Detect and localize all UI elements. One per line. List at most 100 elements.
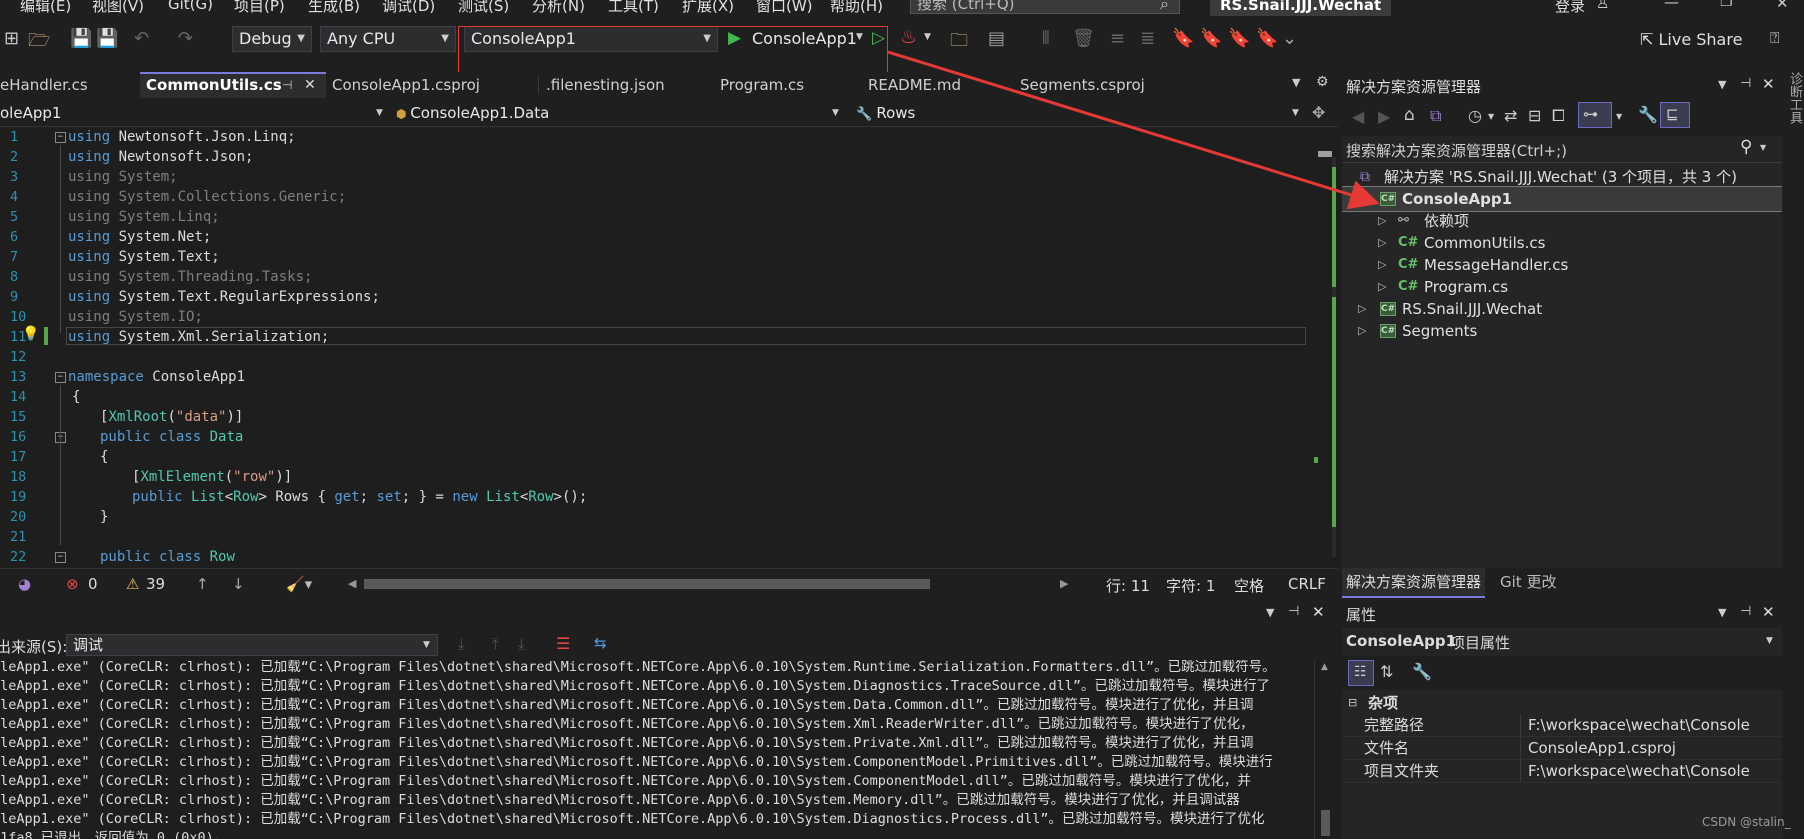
collapsed-chevron-icon[interactable]: ▷ xyxy=(1378,253,1386,277)
menu-edit[interactable]: 编辑(E) xyxy=(20,0,71,16)
bookmark-icon[interactable]: 🔖 xyxy=(1172,28,1194,49)
tab-commonutils[interactable]: CommonUtils.cs ⊣ ✕ xyxy=(140,72,326,98)
search-input[interactable]: 搜索 (Ctrl+Q) xyxy=(910,0,1180,14)
tab-messagehandler[interactable]: eHandler.cs xyxy=(0,72,140,98)
platform-select[interactable]: Any CPU ▼ xyxy=(320,26,456,52)
scroll-up-icon[interactable]: ▲ xyxy=(1321,662,1328,672)
uncomment-icon[interactable]: ≣ xyxy=(1140,28,1155,49)
tab-list-dropdown-icon[interactable]: ▼ xyxy=(1292,76,1300,89)
collapse-icon[interactable]: − xyxy=(55,552,66,563)
tree-messagehandler[interactable]: ▷ C# MessageHandler.cs xyxy=(1342,253,1782,277)
switch-views-icon[interactable]: ⧉ xyxy=(1430,106,1441,126)
menu-window[interactable]: 窗口(W) xyxy=(756,0,813,16)
warning-icon[interactable]: ⚠ xyxy=(126,575,139,593)
diagnostics-tool-strip[interactable]: 诊断工具 xyxy=(1782,72,1804,839)
tab-program[interactable]: Program.cs xyxy=(714,72,860,98)
home-icon[interactable]: ⌂ xyxy=(1404,105,1415,125)
cursor-column[interactable]: 字符: 1 xyxy=(1166,575,1215,596)
comment-icon[interactable]: ≡ xyxy=(1110,28,1125,49)
menu-git[interactable]: Git(G) xyxy=(168,0,213,13)
property-category[interactable]: ⊟ 杂项 xyxy=(1342,692,1782,714)
new-project-icon[interactable]: ⊞ xyxy=(4,28,19,49)
minimize-icon[interactable]: — xyxy=(1664,0,1679,11)
menu-project[interactable]: 项目(P) xyxy=(234,0,285,16)
lightbulb-icon[interactable]: 💡 xyxy=(22,326,39,342)
next-bookmark-icon[interactable]: 🔖 xyxy=(1228,28,1250,49)
scroll-thumb[interactable] xyxy=(1321,810,1330,836)
pin-icon[interactable]: ⊣ xyxy=(1740,76,1751,91)
line-ending[interactable]: CRLF xyxy=(1288,575,1326,593)
properties-wrench-icon[interactable]: 🔧 xyxy=(1638,105,1658,124)
property-row[interactable]: 项目文件夹 F:\workspace\wechat\Console xyxy=(1342,760,1782,783)
login-link[interactable]: 登录 xyxy=(1555,0,1585,16)
arrow-up-icon[interactable]: ↑ xyxy=(196,575,209,593)
collapse-all-icon[interactable]: ⊟ xyxy=(1528,106,1541,125)
split-editor-icon[interactable]: ✥ xyxy=(1312,103,1325,122)
tab-readme[interactable]: README.md xyxy=(862,72,1012,98)
code-cleanup-icon[interactable]: 🧹▾ xyxy=(286,575,312,593)
error-count[interactable]: 0 xyxy=(88,575,98,593)
properties-object-select[interactable]: ConsoleApp1 项目属性 ▼ xyxy=(1342,628,1782,656)
tab-filenesting[interactable]: .filenesting.json xyxy=(540,72,712,98)
chevron-down-icon[interactable]: ▼ xyxy=(924,32,931,42)
chevron-down-icon[interactable]: ▼ xyxy=(1760,143,1766,152)
tree-program[interactable]: ▷ C# Program.cs xyxy=(1342,275,1782,299)
delete-icon[interactable]: 🗑 xyxy=(1072,28,1095,49)
tree-solution-node[interactable]: ⧉ 解决方案 'RS.Snail.JJJ.Wechat' (3 个项目，共 3 … xyxy=(1342,165,1782,189)
preview-toggle-button[interactable]: ⊑ xyxy=(1660,102,1690,128)
cursor-line[interactable]: 行: 11 xyxy=(1106,575,1150,596)
collapsed-chevron-icon[interactable]: ▷ xyxy=(1378,209,1386,233)
tree-commonutils[interactable]: ▷ C# CommonUtils.cs xyxy=(1342,231,1782,255)
solution-search-box[interactable]: 搜索解决方案资源管理器(Ctrl+;) ⚲ ▼ xyxy=(1342,136,1782,163)
chevron-down-icon[interactable]: ▼ xyxy=(1718,606,1726,619)
search-icon[interactable]: ⚲ xyxy=(1740,137,1752,157)
prev-message-icon[interactable]: ⤒ xyxy=(492,635,499,653)
collapsed-chevron-icon[interactable]: ▷ xyxy=(1358,297,1366,321)
tree-dependencies[interactable]: ▷ ⚯ 依赖项 xyxy=(1342,209,1782,233)
restore-icon[interactable]: ❐ xyxy=(1720,0,1733,10)
horizontal-scrollbar-thumb[interactable] xyxy=(364,579,930,589)
close-panel-icon[interactable]: ✕ xyxy=(1762,603,1775,621)
output-text-area[interactable]: oleApp1.exe" (CoreCLR: clrhost): 已加载“C:\… xyxy=(0,660,1338,839)
scroll-left-icon[interactable]: ◀ xyxy=(348,577,356,590)
menu-view[interactable]: 视图(V) xyxy=(92,0,144,16)
chevron-down-icon[interactable]: ▼ xyxy=(1718,78,1726,91)
live-share-button[interactable]: ⇱ Live Share xyxy=(1640,30,1742,49)
warning-count[interactable]: 39 xyxy=(146,575,165,593)
preview-selected-button[interactable]: ⊶ xyxy=(1578,102,1612,128)
member-nav-select[interactable]: 🔧 Rows ▼ xyxy=(856,102,1304,124)
forward-icon[interactable]: ▶ xyxy=(1378,107,1390,126)
arrow-down-icon[interactable]: ↓ xyxy=(232,575,245,593)
collapsed-chevron-icon[interactable]: ▷ xyxy=(1358,319,1366,343)
back-icon[interactable]: ◀ xyxy=(1352,107,1364,126)
copilot-icon[interactable]: ◕ xyxy=(18,575,31,593)
property-pages-icon[interactable]: 🔧 xyxy=(1412,662,1432,681)
sync-icon[interactable]: ⇄ xyxy=(1504,106,1517,125)
word-wrap-icon[interactable]: ⇆ xyxy=(594,634,607,652)
settings-gear-icon[interactable]: ⚙ xyxy=(1316,74,1329,90)
show-all-files-icon[interactable]: ⧠ xyxy=(1552,106,1565,126)
redo-icon[interactable]: ↷ xyxy=(178,28,193,49)
scroll-right-icon[interactable]: ▶ xyxy=(1060,577,1068,590)
tab-consoleapp1-csproj[interactable]: ConsoleApp1.csproj xyxy=(326,72,538,98)
save-all-icon[interactable]: 💾 xyxy=(96,28,118,49)
close-window-icon[interactable]: ✕ xyxy=(1776,0,1789,12)
tab-solution-explorer[interactable]: 解决方案资源管理器 xyxy=(1342,568,1486,598)
expand-chevron-icon[interactable]: ◢ xyxy=(1358,187,1366,211)
collapse-icon[interactable]: − xyxy=(55,132,66,143)
pin-icon[interactable]: ⊣ xyxy=(1740,604,1751,619)
close-panel-icon[interactable]: ✕ xyxy=(1312,603,1325,621)
next-message-icon[interactable]: ⤓ xyxy=(518,635,525,653)
clear-bookmarks-icon[interactable]: 🔖 xyxy=(1256,28,1278,49)
output-scrollbar[interactable]: ▲ xyxy=(1314,660,1337,839)
type-nav-select[interactable]: ⬢ ConsoleApp1.Data ▼ xyxy=(396,102,844,124)
pending-changes-icon[interactable]: ◷ xyxy=(1468,106,1482,125)
save-icon[interactable]: 💾 xyxy=(70,28,92,49)
tab-segments-csproj[interactable]: Segments.csproj xyxy=(1014,72,1200,98)
error-icon[interactable]: ⊗ xyxy=(66,575,79,593)
menu-extensions[interactable]: 扩展(X) xyxy=(682,0,734,16)
find-message-icon[interactable]: ⤓ xyxy=(458,635,465,653)
close-tab-icon[interactable]: ✕ xyxy=(304,74,316,96)
whitespace-mode[interactable]: 空格 xyxy=(1234,575,1264,596)
pin-icon[interactable]: ⊣ xyxy=(1288,604,1299,619)
